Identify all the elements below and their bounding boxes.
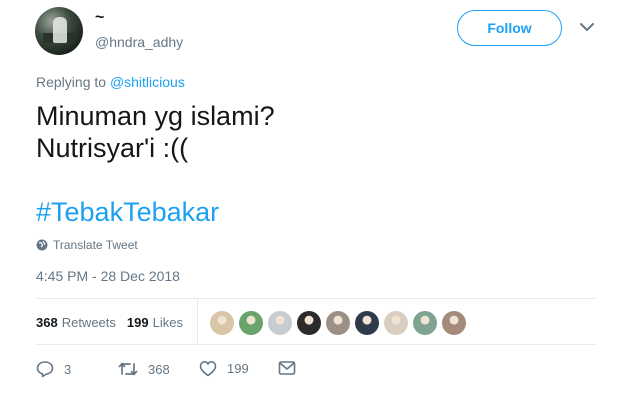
reply-count: 3 — [64, 361, 72, 377]
tweet-line-2: Nutrisyar'i :(( — [36, 133, 189, 163]
replying-to-label: Replying to — [36, 74, 107, 90]
divider-bottom — [36, 344, 597, 345]
likes-count: 199 — [126, 315, 149, 330]
author-display-name[interactable]: ~ — [95, 9, 104, 27]
follow-button[interactable]: Follow — [457, 10, 562, 46]
likes-label: Likes — [152, 315, 183, 330]
direct-message-button[interactable] — [278, 360, 306, 376]
liker-avatar[interactable] — [413, 311, 437, 335]
heart-icon — [199, 361, 217, 377]
retweets-label: Retweets — [61, 315, 116, 330]
liker-avatar[interactable] — [326, 311, 350, 335]
hashtag-link[interactable]: #TebakTebakar — [36, 196, 219, 228]
tweet-actions: 3 368 199 — [36, 360, 336, 380]
chevron-down-icon[interactable] — [580, 22, 594, 32]
translate-tweet-link[interactable]: Translate Tweet — [36, 238, 138, 252]
liker-avatars — [210, 311, 471, 335]
tweet-stats: 368 Retweets 199 Likes — [36, 315, 183, 330]
translate-label: Translate Tweet — [53, 238, 138, 252]
author-avatar[interactable] — [35, 7, 83, 55]
liker-avatar[interactable] — [239, 311, 263, 335]
author-handle[interactable]: @hndra_adhy — [95, 34, 183, 50]
like-button[interactable]: 199 — [199, 360, 249, 377]
envelope-icon — [278, 361, 296, 375]
divider-top — [36, 298, 597, 299]
likes-stat[interactable]: 199 Likes — [127, 315, 183, 330]
reply-icon — [36, 361, 54, 378]
liker-avatar[interactable] — [268, 311, 292, 335]
retweet-button[interactable]: 368 — [118, 360, 170, 378]
liker-avatar[interactable] — [384, 311, 408, 335]
tweet-text: Minuman yg islami? Nutrisyar'i :(( — [36, 100, 275, 164]
retweets-stat[interactable]: 368 Retweets — [36, 315, 116, 330]
liker-avatar[interactable] — [210, 311, 234, 335]
globe-icon — [36, 239, 48, 251]
reply-button[interactable]: 3 — [36, 360, 71, 378]
retweets-count: 368 — [36, 315, 58, 330]
replying-to: Replying to @shitlicious — [36, 74, 185, 90]
tweet-line-1: Minuman yg islami? — [36, 101, 275, 131]
liker-avatar[interactable] — [297, 311, 321, 335]
tweet-timestamp[interactable]: 4:45 PM - 28 Dec 2018 — [36, 268, 180, 284]
stats-separator — [197, 298, 198, 344]
retweet-icon — [118, 362, 138, 376]
liker-avatar[interactable] — [355, 311, 379, 335]
reply-mention-link[interactable]: @shitlicious — [110, 74, 185, 90]
retweet-count: 368 — [148, 361, 170, 377]
liker-avatar[interactable] — [442, 311, 466, 335]
like-count: 199 — [227, 361, 249, 376]
avatar-figure — [53, 17, 67, 43]
